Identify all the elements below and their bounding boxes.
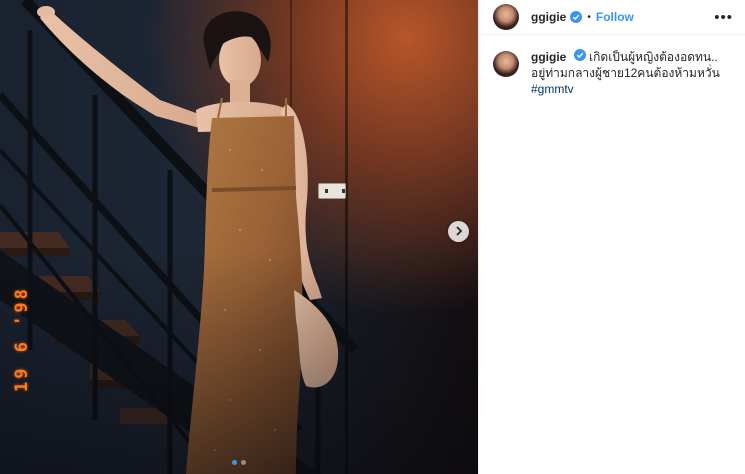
shadow-overlay [0,250,478,474]
more-options-icon[interactable]: ••• [714,10,733,25]
separator-dot: • [587,11,591,23]
carousel-dot [241,460,246,465]
avatar[interactable] [493,4,519,30]
caption-body: ggigie เกิดเป็นผู้หญิงต้องอดทน.. อยู่ท่า… [531,49,731,97]
chevron-right-icon [454,223,464,241]
verified-badge-icon [573,49,586,61]
caption-comment: ggigie เกิดเป็นผู้หญิงต้องอดทน.. อยู่ท่า… [479,35,745,97]
username-link[interactable]: ggigie [531,10,566,24]
date-stamp: 19 6 '98 [12,286,32,392]
carousel-dot-active [232,460,237,465]
follow-button[interactable]: Follow [596,10,634,24]
post-sidebar: ggigie • Follow ••• ggigie เกิดเป็นผู้หญ… [478,0,745,474]
carousel-indicator [0,460,478,465]
avatar[interactable] [493,51,519,77]
username-link[interactable]: ggigie [531,50,566,64]
carousel-next-button[interactable] [448,221,469,242]
post-header: ggigie • Follow ••• [479,0,745,35]
hashtag-link[interactable]: #gmmtv [531,82,574,96]
post-photo[interactable]: 19 6 '98 [0,0,478,474]
verified-badge-icon [570,11,583,23]
